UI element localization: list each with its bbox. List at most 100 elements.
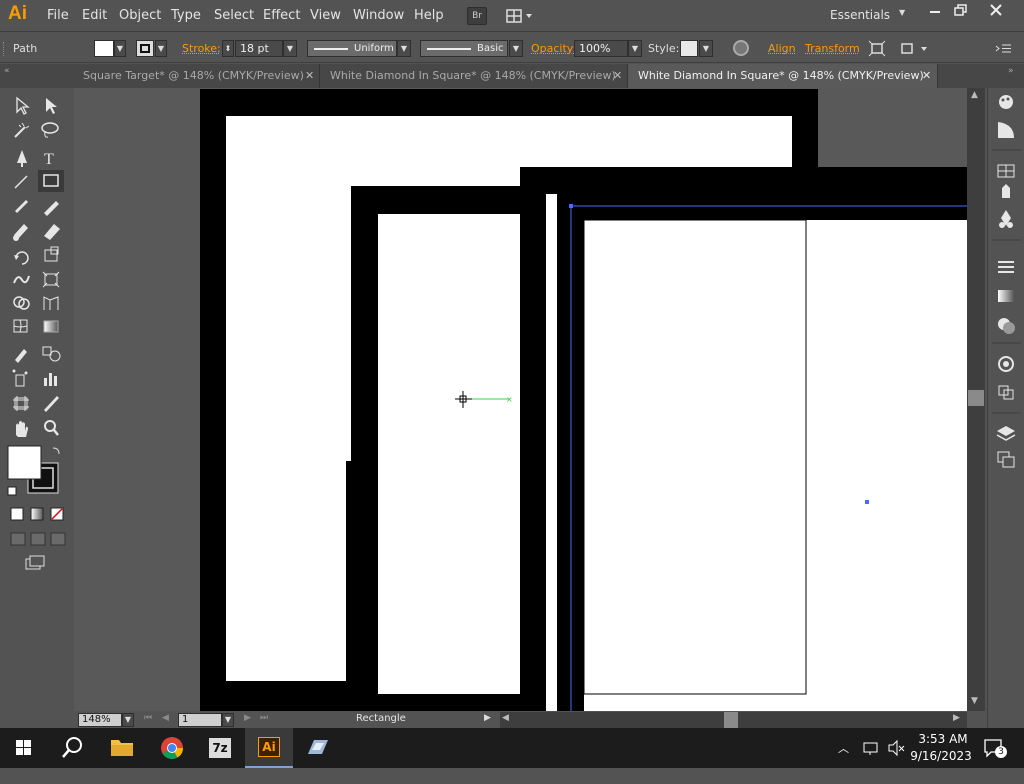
horizontal-scroll-thumb[interactable] <box>724 712 738 728</box>
stroke-weight-stepper[interactable]: ⬍ <box>222 40 234 57</box>
artboard-dropdown[interactable]: ▼ <box>222 713 234 727</box>
menu-select[interactable]: Select <box>214 8 254 23</box>
rectangle-tool-selected-bg <box>38 170 64 192</box>
dock-icons-svg <box>988 88 1024 488</box>
vertical-scroll-thumb[interactable] <box>968 390 984 406</box>
svg-text:×: × <box>506 395 513 404</box>
tab-close-icon[interactable]: ✕ <box>613 64 622 88</box>
mesh-tool-icon <box>14 320 27 332</box>
menu-bar: Ai File Edit Object Type Select Effect V… <box>0 0 1024 32</box>
scroll-right-icon[interactable]: ▶ <box>953 713 960 723</box>
default-colors-icon <box>8 487 16 495</box>
menu-type[interactable]: Type <box>171 8 201 23</box>
7zip-icon: 7z <box>209 738 231 758</box>
first-artboard-icon[interactable]: ⏮ <box>144 713 152 723</box>
symbols-icon <box>999 210 1013 228</box>
scroll-up-icon[interactable]: ▲ <box>971 90 978 100</box>
stroke-label[interactable]: Stroke: <box>182 42 221 55</box>
stroke-weight-input[interactable]: 18 pt <box>235 40 283 57</box>
opacity-dropdown[interactable]: ▼ <box>628 40 642 57</box>
7zip-button[interactable]: 7z <box>196 728 244 768</box>
menu-view[interactable]: View <box>310 8 341 23</box>
panel-menu-button[interactable] <box>993 40 1013 57</box>
stroke-dropdown[interactable]: ▼ <box>155 40 167 57</box>
artboard-number-input[interactable]: 1 <box>178 713 222 727</box>
edit-clipping-button[interactable] <box>899 40 931 57</box>
menu-edit[interactable]: Edit <box>82 8 107 23</box>
tab-white-diamond-active[interactable]: White Diamond In Square* @ 148% (CMYK/Pr… <box>628 64 938 88</box>
scroll-left-icon[interactable]: ◀ <box>502 713 509 723</box>
minimize-button[interactable] <box>925 2 945 20</box>
brush-dropdown[interactable]: ▼ <box>509 40 523 57</box>
stroke-weight-dropdown[interactable]: ▼ <box>283 40 297 57</box>
zoom-input[interactable]: 148% <box>78 713 122 727</box>
clock-date[interactable]: 9/16/2023 <box>909 749 973 763</box>
close-icon <box>985 2 1007 20</box>
grip-handle[interactable] <box>3 42 6 56</box>
brush-definition[interactable]: Basic <box>420 40 508 57</box>
opacity-input[interactable]: 100% <box>574 40 628 57</box>
fill-swatch[interactable] <box>94 40 114 57</box>
recolor-artwork-icon[interactable] <box>733 40 749 56</box>
menu-effect[interactable]: Effect <box>263 8 300 23</box>
restore-icon <box>951 2 971 20</box>
clock-time[interactable]: 3:53 AM <box>913 732 973 746</box>
collapse-dock-icon[interactable]: » <box>1008 64 1014 78</box>
eyedropper-tool-icon <box>15 349 27 363</box>
draw-normal-icon <box>11 533 25 545</box>
windows-logo-icon <box>0 728 48 768</box>
workspace-switcher[interactable]: Essentials <box>830 8 890 22</box>
close-window-button[interactable] <box>985 2 1007 20</box>
illustrator-taskbar-button[interactable]: Ai <box>245 728 293 768</box>
isolate-object-button[interactable] <box>868 40 886 57</box>
vertical-scrollbar[interactable]: ▲ ▼ <box>967 88 985 711</box>
current-tool-status: Rectangle <box>356 713 406 724</box>
slice-tool-icon <box>44 396 59 412</box>
app-taskbar-button[interactable] <box>294 728 342 768</box>
volume-muted-icon[interactable] <box>886 738 906 758</box>
tab-close-icon[interactable]: ✕ <box>922 64 931 88</box>
status-menu-arrow-icon[interactable]: ▶ <box>484 713 491 723</box>
previous-artboard-icon[interactable]: ◀ <box>162 713 169 723</box>
show-hidden-icons[interactable]: ︿ <box>838 740 849 756</box>
chrome-button[interactable] <box>148 728 196 768</box>
file-explorer-button[interactable] <box>98 728 146 768</box>
start-button[interactable] <box>0 728 48 768</box>
tab-white-diamond-1[interactable]: White Diamond In Square* @ 148% (CMYK/Pr… <box>320 64 628 88</box>
brush-label: Basic <box>477 41 503 56</box>
network-icon[interactable] <box>861 738 881 758</box>
opacity-label[interactable]: Opacity: <box>531 42 576 55</box>
align-link[interactable]: Align <box>768 42 796 55</box>
notifications-button[interactable]: 3 <box>982 737 1006 759</box>
control-bar: Path ▼ ▼ Stroke: ⬍ 18 pt ▼ Uniform ▼ Bas… <box>0 33 1024 63</box>
collapse-panel-icon[interactable]: « <box>4 64 10 78</box>
restore-button[interactable] <box>951 2 971 20</box>
variable-width-profile[interactable]: Uniform <box>307 40 397 57</box>
brushes-icon <box>1002 184 1010 198</box>
stroke-swatch[interactable] <box>136 40 154 57</box>
transform-link[interactable]: Transform <box>805 42 860 55</box>
menu-file[interactable]: File <box>47 8 69 23</box>
menu-object[interactable]: Object <box>119 8 161 23</box>
next-artboard-icon[interactable]: ▶ <box>244 713 251 723</box>
scroll-down-icon[interactable]: ▼ <box>971 696 978 706</box>
zoom-dropdown[interactable]: ▼ <box>122 713 134 727</box>
tab-close-icon[interactable]: ✕ <box>305 64 314 88</box>
menu-window[interactable]: Window <box>353 8 404 23</box>
tab-square-target[interactable]: Square Target* @ 148% (CMYK/Preview) <box>73 64 320 88</box>
horizontal-scrollbar[interactable]: ◀ ▶ <box>500 712 967 728</box>
variable-width-dropdown[interactable]: ▼ <box>397 40 411 57</box>
graphic-style-dropdown[interactable]: ▼ <box>699 40 713 57</box>
menu-help[interactable]: Help <box>414 8 444 23</box>
chevron-down-icon: ▼ <box>899 8 905 17</box>
artwork-canvas[interactable]: × <box>74 88 967 711</box>
last-artboard-icon[interactable]: ⏭ <box>260 713 268 723</box>
graphic-style-swatch[interactable] <box>680 40 698 57</box>
bridge-button[interactable]: Br <box>467 7 487 25</box>
color-panel-icon <box>999 95 1013 109</box>
fill-dropdown[interactable]: ▼ <box>114 40 126 57</box>
search-button[interactable] <box>48 728 96 768</box>
style-label: Style: <box>648 42 679 55</box>
warp-tool-icon <box>14 276 29 283</box>
arrange-documents-button[interactable] <box>505 7 535 25</box>
